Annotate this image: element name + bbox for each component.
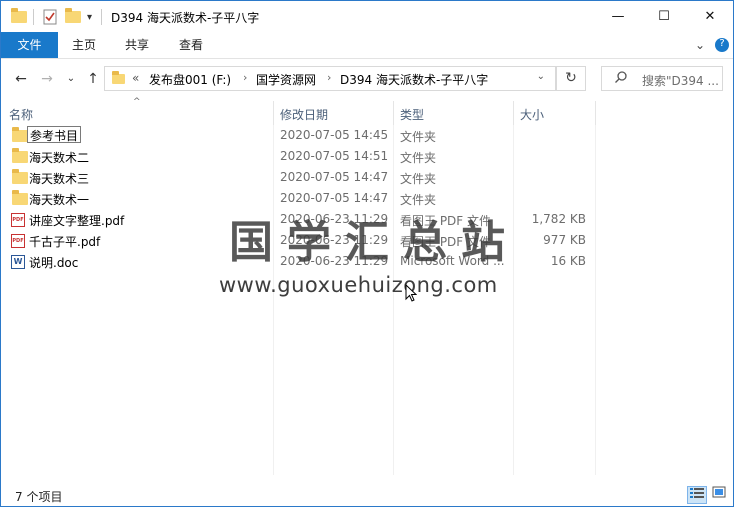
folder-icon [12,148,28,163]
tab-share[interactable]: 共享 [111,32,163,58]
breadcrumb-separator[interactable]: › [243,71,247,84]
folder-icon [12,169,28,184]
file-name[interactable]: 海天数术二 [29,149,89,166]
breadcrumb-separator[interactable]: › [327,71,331,84]
navigation-bar: ← → ⌄ ↑ « 发布盘001 (F:) › 国学资源网 › D394 海天派… [1,59,733,99]
window-title: D394 海天派数术-子平八字 [111,11,260,25]
file-name[interactable]: 说明.doc [29,254,78,271]
file-name[interactable]: 讲座文字整理.pdf [29,212,124,229]
file-date: 2020-07-05 14:47 [280,170,389,184]
help-icon[interactable]: ? [715,38,729,52]
column-divider[interactable] [273,101,274,125]
column-divider[interactable] [393,101,394,125]
address-dropdown-icon[interactable]: ⌄ [537,71,545,82]
large-icons-view-button[interactable] [709,486,729,504]
ribbon-tabs: 文件 主页 共享 查看 ⌄ ? [1,32,733,59]
new-folder-icon[interactable] [65,7,81,27]
mouse-cursor-icon [405,283,418,306]
folder-icon [12,127,28,142]
file-name[interactable]: 海天数术一 [29,191,89,208]
pdf-icon: PDF [11,213,25,227]
file-name[interactable]: 海天数术三 [29,170,89,187]
address-folder-icon [112,71,125,87]
up-button[interactable]: ↑ [83,68,103,90]
recent-locations-button[interactable]: ⌄ [61,68,81,90]
folder-icon [12,190,28,205]
tab-home[interactable]: 主页 [59,32,109,58]
column-divider[interactable] [595,101,596,125]
breadcrumb-drive[interactable]: 发布盘001 (F:) [149,71,231,88]
search-icon [614,70,628,88]
title-bar: ▾ D394 海天派数术-子平八字 — ☐ ✕ [1,1,733,32]
forward-button[interactable]: → [37,68,57,90]
file-row[interactable]: 海天数术三 2020-07-05 14:47 文件夹 [1,167,601,188]
status-bar: 7 个项目 [1,485,733,506]
address-bar[interactable]: « 发布盘001 (F:) › 国学资源网 › D394 海天派数术-子平八字 … [104,66,556,91]
column-header-row: ^ 名称 修改日期 类型 大小 [1,97,733,125]
search-placeholder: 搜索"D394 ... [642,74,719,88]
watermark-url: www.guoxuehuizong.com [219,273,498,297]
window-folder-icon [11,7,27,27]
refresh-button[interactable]: ↻ [556,66,586,91]
file-date: 2020-07-05 14:47 [280,191,389,205]
file-name[interactable]: 千古子平.pdf [29,233,100,250]
column-header-name[interactable]: 名称 [9,106,33,123]
file-type: 文件夹 [400,172,437,186]
file-row[interactable]: 参考书目 2020-07-05 14:45 文件夹 [1,125,601,146]
toolbar-divider [101,9,102,25]
breadcrumb-current[interactable]: D394 海天派数术-子平八字 [340,71,488,88]
column-header-date[interactable]: 修改日期 [280,106,328,123]
file-type: 文件夹 [400,130,437,144]
sort-indicator-icon: ^ [133,97,141,107]
file-date: 2020-07-05 14:51 [280,149,389,163]
file-size: 16 KB [550,254,586,268]
customize-toolbar-icon[interactable]: ▾ [87,7,92,27]
details-view-button[interactable] [687,486,707,504]
search-input[interactable]: 搜索"D394 ... [601,66,723,91]
column-header-size[interactable]: 大小 [520,106,544,123]
file-type: 文件夹 [400,151,437,165]
item-count: 7 个项目 [15,490,63,504]
file-name[interactable]: 参考书目 [30,129,78,143]
toolbar-divider [33,9,34,25]
ribbon-expand-icon[interactable]: ⌄ [695,32,705,58]
close-button[interactable]: ✕ [687,1,733,32]
word-doc-icon: W [11,255,25,269]
minimize-button[interactable]: — [595,1,641,32]
properties-icon[interactable] [43,7,57,27]
back-button[interactable]: ← [11,68,31,90]
file-row[interactable]: 海天数术二 2020-07-05 14:51 文件夹 [1,146,601,167]
watermark-title: 国学汇总站 [229,217,519,268]
explorer-window: ▾ D394 海天派数术-子平八字 — ☐ ✕ 文件 主页 共享 查看 ⌄ ? … [0,0,734,507]
file-size: 977 KB [543,233,586,247]
file-date: 2020-07-05 14:45 [280,128,389,142]
pdf-icon: PDF [11,234,25,248]
breadcrumb-folder[interactable]: 国学资源网 [256,71,316,88]
breadcrumb-overflow[interactable]: « [132,71,139,85]
tab-view[interactable]: 查看 [165,32,217,58]
column-header-type[interactable]: 类型 [400,106,424,123]
column-divider[interactable] [513,101,514,125]
tab-file[interactable]: 文件 [1,32,58,58]
maximize-button[interactable]: ☐ [641,1,687,32]
file-size: 1,782 KB [531,212,586,226]
file-name-edit-box[interactable]: 参考书目 [27,126,82,143]
